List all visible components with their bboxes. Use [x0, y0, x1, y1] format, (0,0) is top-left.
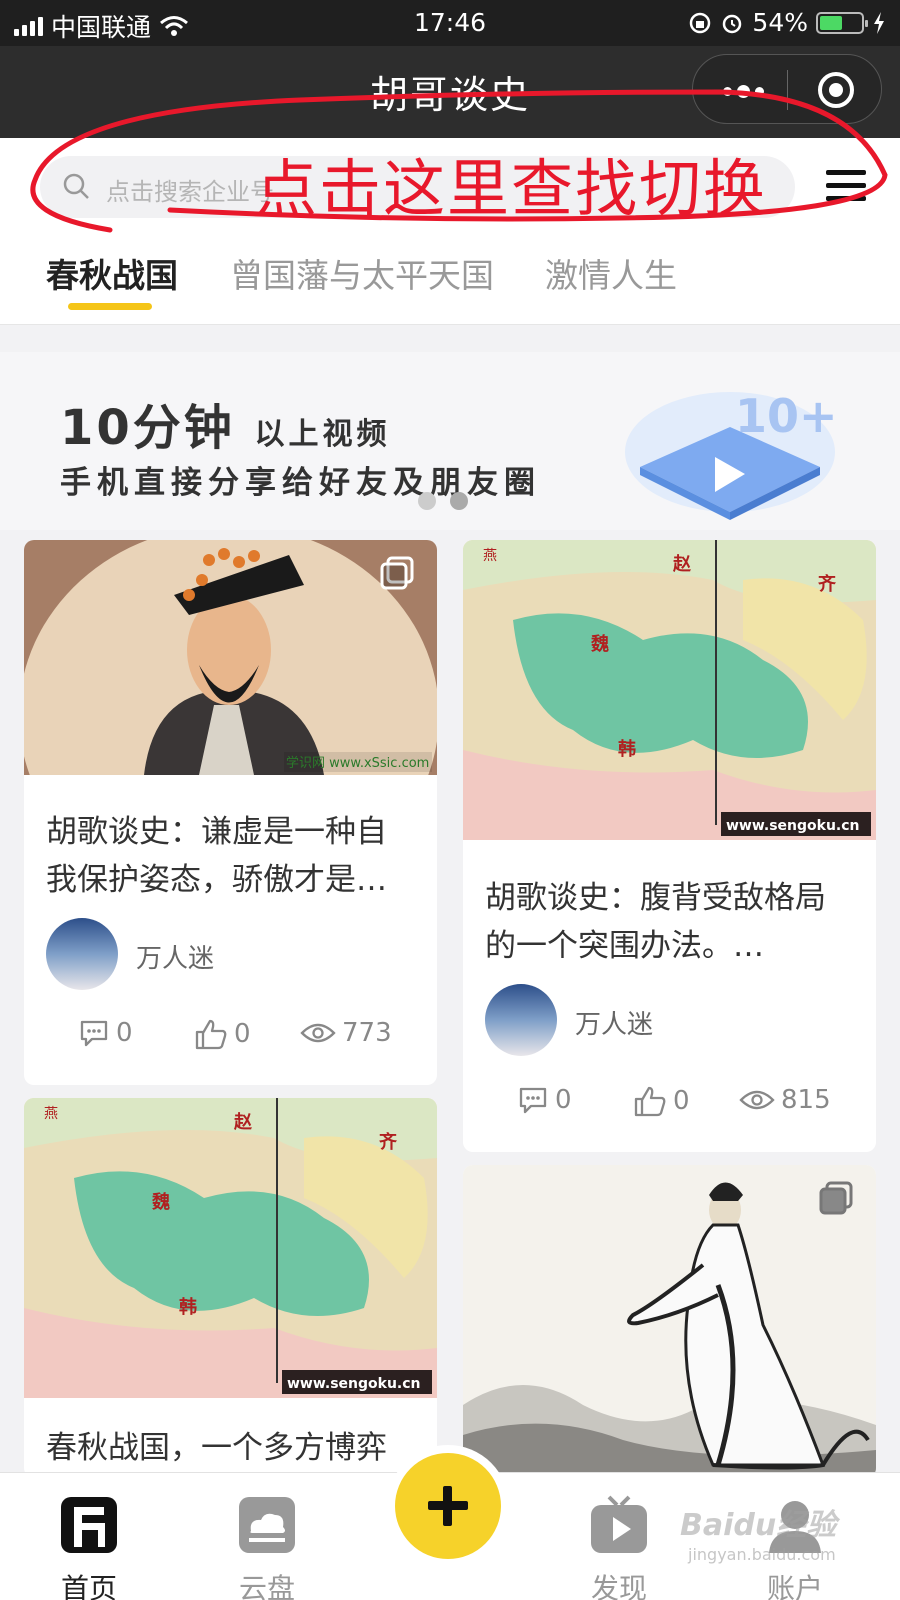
comment-icon: [80, 1020, 108, 1047]
thumbs-up-icon: [634, 1086, 666, 1117]
comment-stat[interactable]: 0: [517, 1085, 572, 1115]
author-name[interactable]: 万人迷: [136, 938, 214, 975]
tab-jiqing-rensheng[interactable]: 激情人生: [545, 249, 677, 297]
map-label-yan: 燕: [483, 548, 497, 564]
article-card[interactable]: 魏 韩 赵 齐 燕 www.sengoku.cn 春秋战国，一个多方博弈: [24, 1098, 437, 1478]
banner-title-small: 以上视频: [254, 417, 391, 452]
map-label-yan: 燕: [44, 1106, 58, 1122]
thumbnail-caption: www.sengoku.cn: [726, 818, 860, 834]
tv-play-icon: [591, 1495, 647, 1553]
view-stat: 773: [300, 1018, 392, 1048]
promo-banner[interactable]: 10分钟 以上视频 手机直接分享给好友及朋友圈 10+: [0, 352, 900, 530]
map-label-zhao: 赵: [672, 553, 692, 575]
tab-zeng-guofan[interactable]: 曾国藩与太平天国: [230, 249, 494, 297]
article-title[interactable]: 胡歌谈史：谦虚是一种自我保护姿态，骄傲才是…: [46, 808, 416, 904]
baidu-watermark-url: jingyan.baidu.com: [688, 1545, 836, 1564]
article-card[interactable]: 学识网 www.xSsic.com 胡歌谈史：谦虚是一种自我保护姿态，骄傲才是……: [24, 540, 437, 1085]
banner-dot-active: [450, 492, 468, 510]
article-card[interactable]: 魏 韩 赵 齐 燕 www.sengoku.cn 胡歌谈史：腹背受敌格局的一个突…: [463, 540, 876, 1152]
author-avatar[interactable]: [46, 918, 118, 990]
banner-subtitle: 手机直接分享给好友及朋友圈: [60, 465, 541, 501]
map-label-zhao: 赵: [233, 1111, 253, 1133]
cloud-disk-icon: [239, 1497, 295, 1553]
banner-title-big: 10分钟: [60, 400, 235, 456]
nav-discover[interactable]: 发现: [574, 1493, 664, 1600]
active-tab-indicator: [68, 303, 152, 310]
multi-image-icon: [380, 556, 414, 590]
banner-dot: [418, 492, 436, 510]
thumbnail-caption: www.sengoku.cn: [287, 1376, 421, 1392]
eye-icon: [739, 1090, 775, 1110]
thumbnail-caption: 学识网 www.xSsic.com: [286, 755, 429, 771]
add-button[interactable]: [395, 1453, 501, 1559]
view-stat: 815: [739, 1085, 831, 1115]
article-thumbnail: 魏 韩 赵 齐 燕 www.sengoku.cn: [463, 540, 876, 840]
author-name[interactable]: 万人迷: [575, 1004, 653, 1041]
comment-stat[interactable]: 0: [78, 1018, 133, 1048]
map-label-han: 韩: [618, 738, 636, 760]
article-thumbnail: [463, 1165, 876, 1478]
article-card[interactable]: [463, 1165, 876, 1478]
annotation-text: 点击这里查找切换: [255, 152, 768, 225]
map-label-wei: 魏: [590, 633, 609, 655]
comment-count: 0: [555, 1085, 572, 1115]
map-label-qi: 齐: [818, 573, 837, 595]
map-label-han: 韩: [179, 1296, 197, 1318]
article-title[interactable]: 胡歌谈史：腹背受敌格局的一个突围办法。…: [485, 874, 855, 970]
nav-home-label: 首页: [60, 1572, 117, 1600]
article-title[interactable]: 春秋战国，一个多方博弈: [46, 1424, 416, 1472]
category-tabs: 春秋战国 曾国藩与太平天国 激情人生: [0, 233, 900, 325]
home-logo-icon: [61, 1497, 117, 1553]
like-count: 0: [673, 1086, 690, 1116]
like-stat[interactable]: 0: [194, 1018, 251, 1050]
banner-art-text: 10+: [735, 389, 838, 443]
eye-icon: [300, 1023, 336, 1043]
author-avatar[interactable]: [485, 984, 557, 1056]
like-stat[interactable]: 0: [633, 1085, 690, 1117]
view-count: 815: [781, 1085, 831, 1115]
like-count: 0: [234, 1019, 251, 1049]
comment-count: 0: [116, 1018, 133, 1048]
article-thumbnail: 学识网 www.xSsic.com: [24, 540, 437, 905]
comment-icon: [519, 1087, 547, 1114]
map-label-qi: 齐: [379, 1131, 398, 1153]
nav-discover-label: 发现: [590, 1572, 647, 1600]
article-thumbnail: 魏 韩 赵 齐 燕 www.sengoku.cn: [24, 1098, 437, 1398]
baidu-watermark: Baidu经验: [680, 1508, 837, 1543]
thumbs-up-icon: [195, 1019, 227, 1050]
nav-cloud-label: 云盘: [238, 1572, 295, 1600]
video-10plus-icon: 10+: [625, 389, 838, 520]
map-label-wei: 魏: [151, 1191, 170, 1213]
multi-image-icon: [819, 1181, 853, 1215]
tab-chunqiu-zhanguo[interactable]: 春秋战国: [46, 249, 178, 297]
nav-cloud[interactable]: 云盘: [222, 1493, 312, 1600]
nav-home[interactable]: 首页: [44, 1493, 134, 1600]
nav-account-label: 账户: [766, 1572, 823, 1600]
view-count: 773: [342, 1018, 392, 1048]
banner-title: 10分钟 以上视频: [60, 388, 391, 458]
banner-pagination: [418, 492, 468, 510]
